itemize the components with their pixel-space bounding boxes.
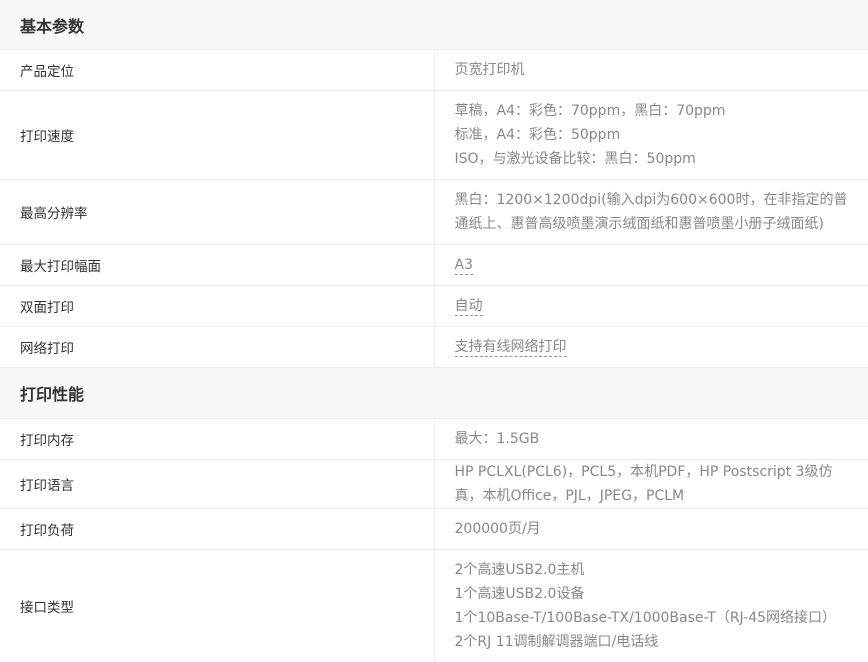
spec-value: 200000页/月 [434, 509, 868, 550]
spec-value-line: 1个高速USB2.0设备 [455, 582, 849, 606]
spec-value-link[interactable]: 支持有线网络打印 [455, 339, 567, 357]
spec-value-line: 草稿，A4：彩色：70ppm，黑白：70ppm [455, 99, 849, 123]
spec-label: 打印语言 [0, 460, 434, 509]
spec-value: 黑白：1200×1200dpi(输入dpi为600×600时，在非指定的普通纸上… [434, 180, 868, 245]
spec-label: 最高分辨率 [0, 180, 434, 245]
spec-value: 2个高速USB2.0主机 1个高速USB2.0设备 1个10Base-T/100… [434, 550, 868, 662]
spec-value-line: 2个RJ 11调制解调器端口/电话线 [455, 630, 849, 654]
spec-row-max-format: 最大打印幅面 A3 [0, 245, 868, 286]
spec-value: 支持有线网络打印 [434, 327, 868, 368]
section-title: 打印性能 [0, 368, 868, 419]
spec-row-interface: 接口类型 2个高速USB2.0主机 1个高速USB2.0设备 1个10Base-… [0, 550, 868, 662]
spec-value-line: 1个10Base-T/100Base-TX/1000Base-T（RJ-45网络… [455, 606, 849, 630]
spec-value: HP PCLXL(PCL6)，PCL5，本机PDF，HP Postscript … [434, 460, 868, 509]
spec-value-link[interactable]: 自动 [455, 298, 483, 316]
spec-row-network-print: 网络打印 支持有线网络打印 [0, 327, 868, 368]
spec-label: 产品定位 [0, 50, 434, 91]
spec-label: 打印内存 [0, 419, 434, 460]
spec-row-resolution: 最高分辨率 黑白：1200×1200dpi(输入dpi为600×600时，在非指… [0, 180, 868, 245]
spec-value-line: 2个高速USB2.0主机 [455, 558, 849, 582]
spec-label: 打印速度 [0, 91, 434, 180]
section-title: 基本参数 [0, 0, 868, 50]
spec-value: 草稿，A4：彩色：70ppm，黑白：70ppm 标准，A4：彩色：50ppm I… [434, 91, 868, 180]
spec-label: 最大打印幅面 [0, 245, 434, 286]
spec-label: 打印负荷 [0, 509, 434, 550]
spec-label: 接口类型 [0, 550, 434, 662]
spec-value-link[interactable]: A3 [455, 257, 473, 275]
spec-row-duplex: 双面打印 自动 [0, 286, 868, 327]
spec-value-line: ISO，与激光设备比较：黑白：50ppm [455, 147, 849, 171]
spec-row-positioning: 产品定位 页宽打印机 [0, 50, 868, 91]
spec-value: A3 [434, 245, 868, 286]
spec-value-line: 标准，A4：彩色：50ppm [455, 123, 849, 147]
spec-row-print-language: 打印语言 HP PCLXL(PCL6)，PCL5，本机PDF，HP Postsc… [0, 460, 868, 509]
section-header-basic: 基本参数 [0, 0, 868, 50]
spec-value: 最大：1.5GB [434, 419, 868, 460]
section-header-performance: 打印性能 [0, 368, 868, 419]
spec-value: 自动 [434, 286, 868, 327]
spec-table: 基本参数 产品定位 页宽打印机 打印速度 草稿，A4：彩色：70ppm，黑白：7… [0, 0, 868, 662]
spec-row-duty-cycle: 打印负荷 200000页/月 [0, 509, 868, 550]
spec-label: 网络打印 [0, 327, 434, 368]
spec-row-memory: 打印内存 最大：1.5GB [0, 419, 868, 460]
spec-row-print-speed: 打印速度 草稿，A4：彩色：70ppm，黑白：70ppm 标准，A4：彩色：50… [0, 91, 868, 180]
spec-value: 页宽打印机 [434, 50, 868, 91]
spec-label: 双面打印 [0, 286, 434, 327]
